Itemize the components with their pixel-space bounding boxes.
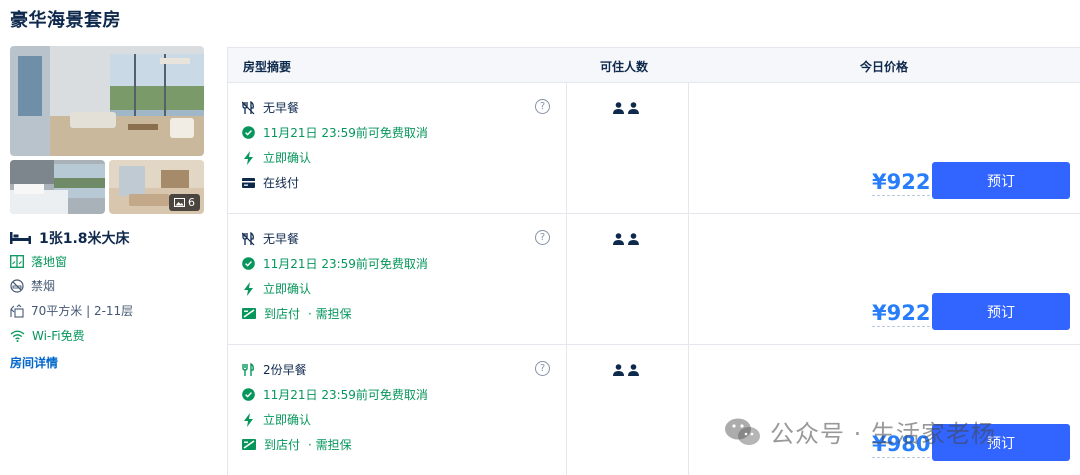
window-icon [10,255,24,268]
fork-knife-icon [242,362,254,376]
photo-count: 6 [188,196,195,209]
confirm-label: 立即确认 [263,282,312,296]
check-circle-icon [242,257,255,270]
header-occupancy: 可住人数 [600,60,649,74]
book-button[interactable]: 预订 [932,424,1070,461]
confirm-policy: 立即确认 [242,149,311,166]
cancel-label: 11月21日 23:59前可免费取消 [263,388,428,402]
check-circle-icon [242,126,255,139]
rate-row: 无早餐 ? 11月21日 23:59前可免费取消 立即确认 到店付 · 需担保 … [228,214,1080,345]
feature-window: 落地窗 [10,253,67,270]
payment-policy: 到店付 · 需担保 [242,305,352,322]
table-header: 房型摘要 可住人数 今日价格 [228,48,1080,83]
meal-policy: 无早餐 [242,230,299,247]
header-price: 今日价格 [860,60,909,74]
cancel-label: 11月21日 23:59前可免费取消 [263,257,428,271]
payment-label: 到店付 [264,307,301,321]
help-icon[interactable]: ? [535,99,550,114]
fork-knife-off-icon [242,231,255,245]
price: ¥980 [872,432,931,458]
bed-label: 1张1.8米大床 [39,231,130,247]
feature-label: 70平方米 | 2-11层 [31,304,134,318]
price: ¥922 [872,170,931,196]
feature-label: Wi-Fi免费 [32,329,85,343]
help-icon[interactable]: ? [535,361,550,376]
rate-table: 房型摘要 可住人数 今日价格 无早餐 ? 11月21日 23:59前可免费取消 … [227,47,1080,475]
header-summary: 房型摘要 [243,60,292,74]
fork-knife-off-icon [242,100,255,114]
rate-row: 2份早餐 ? 11月21日 23:59前可免费取消 立即确认 到店付 · 需担保… [228,345,1080,475]
person-icon [628,233,639,245]
check-circle-icon [242,388,255,401]
confirm-policy: 立即确认 [242,411,311,428]
payment-label: 到店付 [264,438,301,452]
lightning-icon [244,412,253,427]
person-icon [628,364,639,376]
pay-at-hotel-icon [242,439,256,450]
rate-row: 无早餐 ? 11月21日 23:59前可免费取消 立即确认 在线付 ¥922 预… [228,83,1080,214]
person-icon [613,102,624,114]
meal-label: 无早餐 [263,101,300,115]
guest-count [613,102,639,114]
room-details-link[interactable]: 房间详情 [10,354,58,371]
wifi-icon [10,330,25,342]
area-icon [10,303,24,318]
room-photo-bedroom[interactable] [10,160,105,214]
help-icon[interactable]: ? [535,230,550,245]
confirm-policy: 立即确认 [242,280,311,297]
room-title: 豪华海景套房 [10,10,121,31]
guest-count [613,233,639,245]
payment-label: 在线付 [263,176,300,190]
photo-count-badge: 6 [169,194,200,211]
book-button[interactable]: 预订 [932,162,1070,199]
person-icon [613,233,624,245]
meal-policy: 2份早餐 [242,361,307,378]
image-icon [174,198,185,207]
card-icon [242,177,255,188]
confirm-label: 立即确认 [263,413,312,427]
meal-label: 2份早餐 [263,363,307,377]
confirm-label: 立即确认 [263,151,312,165]
feature-wifi: Wi-Fi免费 [10,327,85,344]
feature-label: 落地窗 [31,255,68,269]
payment-extra: · 需担保 [308,307,352,321]
cancel-policy: 11月21日 23:59前可免费取消 [242,124,428,141]
meal-label: 无早餐 [263,232,300,246]
cancel-policy: 11月21日 23:59前可免费取消 [242,255,428,272]
feature-area: 70平方米 | 2-11层 [10,302,133,319]
room-photo-living[interactable]: 6 [109,160,204,214]
room-photo-main[interactable] [10,46,204,156]
payment-policy: 在线付 [242,174,299,191]
meal-policy: 无早餐 [242,99,299,116]
cancel-label: 11月21日 23:59前可免费取消 [263,126,428,140]
payment-extra: · 需担保 [308,438,352,452]
feature-no-smoking: 禁烟 [10,277,55,294]
feature-label: 禁烟 [31,279,56,293]
bed-info: 1张1.8米大床 [10,228,130,248]
payment-policy: 到店付 · 需担保 [242,436,352,453]
guest-count [613,364,639,376]
price: ¥922 [872,301,931,327]
cancel-policy: 11月21日 23:59前可免费取消 [242,386,428,403]
person-icon [628,102,639,114]
lightning-icon [244,150,253,165]
book-button[interactable]: 预订 [932,293,1070,330]
no-smoking-icon [10,278,24,293]
pay-at-hotel-icon [242,308,256,319]
lightning-icon [244,281,253,296]
person-icon [613,364,624,376]
bed-icon [10,232,31,244]
